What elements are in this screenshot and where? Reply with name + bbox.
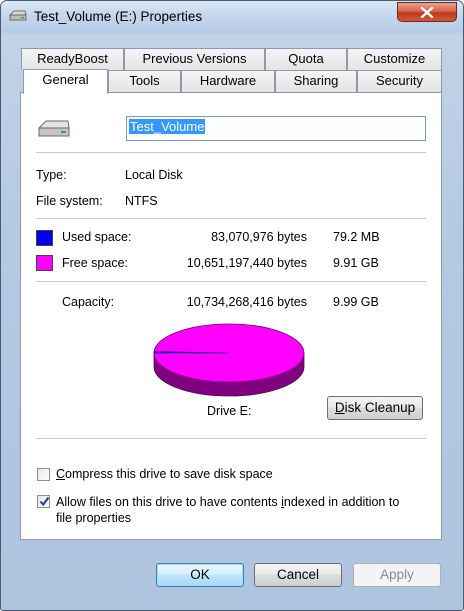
- capacity-label: Capacity:: [62, 295, 115, 309]
- capacity-size: 9.99 GB: [333, 295, 379, 309]
- hard-drive-icon: [37, 120, 70, 137]
- used-space-label: Used space:: [62, 230, 132, 244]
- tab-label: Hardware: [199, 73, 257, 88]
- drive-label: Drive E:: [207, 404, 252, 418]
- properties-window: Test_Volume (E:) Properties ReadyBoost P…: [0, 0, 464, 611]
- window-title: Test_Volume (E:) Properties: [34, 9, 203, 24]
- tab-label: Previous Versions: [142, 51, 247, 66]
- tab-tools[interactable]: Tools: [108, 70, 181, 92]
- file-system-label: File system:: [36, 194, 103, 208]
- compress-checkbox[interactable]: [37, 468, 50, 481]
- tab-label: Quota: [288, 51, 324, 66]
- tab-label: Tools: [129, 73, 160, 88]
- button-text: isk Cleanup: [344, 400, 416, 415]
- tab-security[interactable]: Security: [357, 70, 442, 92]
- tab-customize[interactable]: Customize: [347, 48, 442, 70]
- separator: [36, 218, 426, 219]
- close-button[interactable]: [397, 2, 457, 22]
- tab-label: Customize: [363, 51, 426, 66]
- ok-button[interactable]: OK: [156, 563, 244, 587]
- file-system-value: NTFS: [125, 194, 158, 208]
- tab-label: Sharing: [293, 73, 339, 88]
- free-space-label: Free space:: [62, 256, 129, 270]
- tab-quota[interactable]: Quota: [265, 48, 347, 70]
- volume-name-text: Test_Volume: [129, 119, 206, 134]
- type-label: Type:: [36, 168, 67, 182]
- general-tab-page: Test_Volume Type: Local Disk File system…: [20, 92, 442, 540]
- used-space-size: 79.2 MB: [333, 230, 380, 244]
- separator: [36, 152, 426, 153]
- tab-readyboost[interactable]: ReadyBoost: [21, 48, 124, 70]
- index-checkbox[interactable]: [37, 495, 50, 508]
- checkmark-icon: [39, 496, 50, 507]
- used-space-swatch: [36, 230, 53, 246]
- free-space-size: 9.91 GB: [333, 256, 379, 270]
- apply-button[interactable]: Apply: [353, 563, 441, 587]
- access-key: C: [56, 467, 66, 481]
- index-label: Allow files on this drive to have conten…: [56, 494, 416, 526]
- title-bar[interactable]: Test_Volume (E:) Properties: [1, 1, 463, 33]
- free-space-bytes: 10,651,197,440 bytes: [186, 256, 307, 270]
- drive-icon: [9, 10, 27, 21]
- separator: [36, 438, 426, 439]
- tab-previous-versions[interactable]: Previous Versions: [124, 48, 265, 70]
- label-text: Allow files on this drive to have conten…: [56, 495, 282, 509]
- disk-cleanup-button[interactable]: Disk Cleanup: [327, 396, 423, 420]
- close-icon: [420, 7, 434, 18]
- tab-sharing[interactable]: Sharing: [275, 70, 357, 92]
- separator: [36, 281, 426, 282]
- tab-label: ReadyBoost: [37, 51, 108, 66]
- tab-hardware[interactable]: Hardware: [181, 70, 275, 92]
- access-key: D: [334, 400, 345, 415]
- type-value: Local Disk: [125, 168, 183, 182]
- capacity-bytes: 10,734,268,416 bytes: [186, 295, 307, 309]
- volume-name-input[interactable]: Test_Volume: [126, 116, 426, 141]
- tab-general[interactable]: General: [23, 69, 108, 94]
- tab-label: General: [42, 72, 89, 87]
- free-space-swatch: [36, 255, 53, 271]
- label-text: ompress this drive to save disk space: [65, 467, 273, 481]
- used-space-bytes: 83,070,976 bytes: [211, 230, 307, 244]
- disk-usage-pie-chart: [153, 323, 305, 397]
- cancel-button[interactable]: Cancel: [254, 563, 342, 587]
- compress-label: Compress this drive to save disk space: [56, 467, 273, 481]
- tab-label: Security: [376, 73, 423, 88]
